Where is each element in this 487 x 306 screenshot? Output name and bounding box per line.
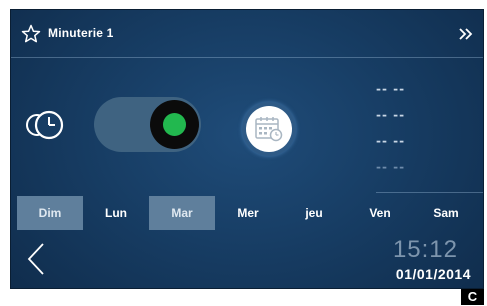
- day-mer[interactable]: Mer: [215, 196, 281, 230]
- time-slot-3[interactable]: -- --: [376, 134, 416, 160]
- divider: [376, 192, 483, 193]
- clock-time: 15:12: [392, 236, 458, 263]
- day-dim[interactable]: Dim: [17, 196, 83, 230]
- clock-date: 01/01/2014: [395, 266, 471, 282]
- day-mar[interactable]: Mar: [149, 196, 215, 230]
- timer-toggle-switch[interactable]: [94, 97, 201, 152]
- figure-label: C: [461, 289, 484, 305]
- time-slot-list: -- -- -- -- -- -- -- --: [376, 82, 416, 186]
- calendar-clock-icon: [255, 117, 283, 142]
- toggle-knob: [150, 100, 199, 149]
- time-slot-4[interactable]: -- --: [376, 160, 416, 186]
- header-bar: Minuterie 1: [11, 10, 483, 58]
- clock-icon: [26, 110, 64, 140]
- time-slot-2[interactable]: -- --: [376, 108, 416, 134]
- calendar-button[interactable]: [242, 102, 296, 156]
- timer-screen: Minuterie 1 -- -- -- -- -- -- -- -- Dim …: [10, 9, 484, 289]
- calendar-button-face: [246, 106, 292, 152]
- day-sam[interactable]: Sam: [413, 196, 479, 230]
- day-ven[interactable]: Ven: [347, 196, 413, 230]
- status-indicator-on: [163, 113, 186, 136]
- day-selector: Dim Lun Mar Mer jeu Ven Sam: [17, 196, 479, 230]
- day-jeu[interactable]: jeu: [281, 196, 347, 230]
- day-lun[interactable]: Lun: [83, 196, 149, 230]
- chevron-left-icon[interactable]: [25, 242, 47, 276]
- double-chevron-right-icon[interactable]: [455, 24, 475, 44]
- page-title: Minuterie 1: [48, 26, 114, 40]
- time-slot-1[interactable]: -- --: [376, 82, 416, 108]
- star-icon[interactable]: [21, 24, 41, 44]
